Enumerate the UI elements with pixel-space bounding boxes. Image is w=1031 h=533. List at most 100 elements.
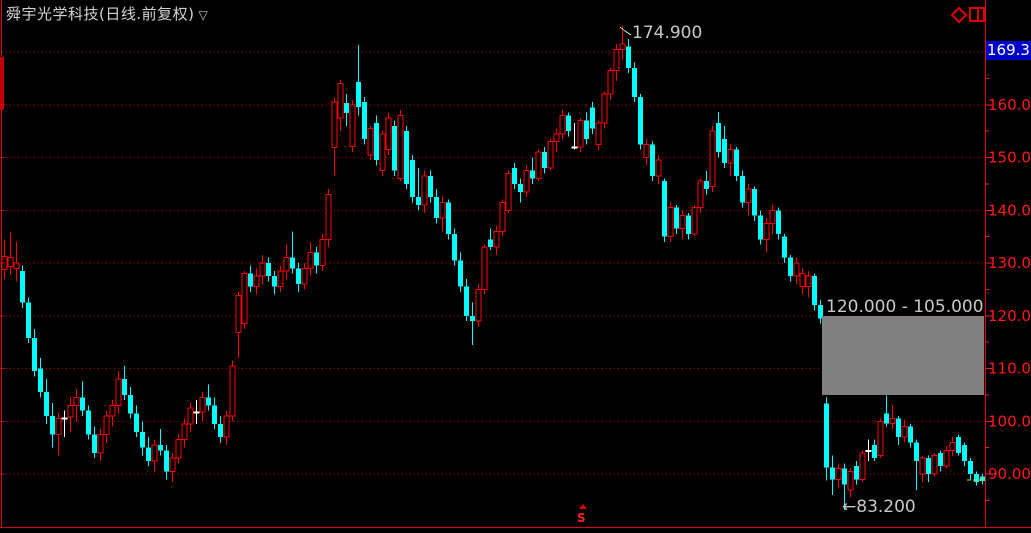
candle-down — [80, 398, 85, 411]
candle-down — [38, 369, 43, 393]
left-scroll-indicator[interactable] — [0, 57, 4, 110]
low-price-label: 83.200 — [856, 497, 915, 517]
candle-down — [464, 287, 469, 316]
candle-down — [44, 392, 49, 416]
candle-up — [746, 189, 751, 202]
candle-up — [188, 408, 193, 424]
candle-down — [638, 97, 643, 144]
candle-up — [236, 296, 241, 333]
candle-up — [524, 171, 529, 192]
range-box-annotation: 120.000 - 105.000 — [826, 297, 984, 317]
candle-down — [20, 271, 25, 303]
candle-down — [344, 103, 349, 113]
candle-down — [650, 144, 655, 176]
price-label: 130.00 — [988, 254, 1031, 272]
candle-down — [404, 131, 409, 184]
candle-down — [362, 102, 367, 139]
candle-up — [194, 412, 199, 413]
candle-up — [728, 150, 733, 163]
trading-app-window: 160.00150.00140.00130.00120.00110.00100.… — [0, 0, 1031, 533]
candle-up — [890, 419, 895, 424]
candle-up — [152, 445, 157, 461]
candle-up — [182, 424, 187, 440]
candle-up — [104, 416, 109, 434]
candle-up — [254, 276, 259, 287]
candle-down — [428, 176, 433, 197]
candle-up — [548, 142, 553, 168]
candle-up — [380, 134, 385, 171]
signal-marker[interactable]: S — [577, 511, 586, 525]
candle-down — [830, 468, 835, 480]
candle-up — [440, 202, 445, 218]
candle-up — [56, 419, 61, 435]
candle-down — [938, 453, 943, 466]
split-window-icon[interactable] — [969, 7, 985, 22]
candle-down — [272, 276, 277, 287]
candle-down — [884, 413, 889, 423]
low-price-annotation: ←83.200 — [842, 497, 916, 517]
candle-down — [722, 139, 727, 163]
candle-down — [686, 216, 691, 234]
candle-up — [644, 144, 649, 157]
candle-down — [122, 379, 127, 395]
candle-up — [170, 458, 175, 471]
axis-cursor-price-badge: 169.39 — [986, 41, 1031, 60]
candle-down — [392, 126, 397, 171]
candle-up — [62, 418, 67, 419]
candle-down — [914, 442, 919, 460]
candle-up — [860, 453, 865, 479]
candle-down — [296, 268, 301, 284]
candle-down — [410, 160, 415, 197]
candle-up — [338, 84, 343, 118]
chart-title[interactable]: 舜宇光学科技(日线.前复权) ▽ — [6, 3, 208, 24]
candle-up — [368, 128, 373, 154]
candle-down — [32, 338, 37, 371]
candle-down — [134, 413, 139, 431]
range-selection-box[interactable] — [822, 316, 984, 395]
candle-down — [50, 416, 55, 434]
price-label: 90.00 — [988, 465, 1031, 483]
candlestick-chart[interactable]: 160.00150.00140.00130.00120.00110.00100.… — [0, 0, 1031, 533]
candle-down — [812, 276, 817, 305]
candle-down — [158, 445, 163, 450]
candle-up — [68, 405, 73, 417]
candle-up — [230, 366, 235, 416]
candle-down — [716, 123, 721, 152]
candle-up — [494, 231, 499, 247]
candle-up — [932, 456, 937, 474]
candle-up — [98, 434, 103, 452]
candle-up — [920, 458, 925, 474]
candle-down — [290, 258, 295, 269]
candle-down — [218, 424, 223, 437]
candle-down — [788, 258, 793, 276]
price-label: 110.00 — [988, 360, 1031, 378]
candle-up — [116, 379, 121, 405]
candle-down — [872, 445, 877, 458]
candle-up — [800, 274, 805, 287]
candle-up — [692, 208, 697, 234]
candle-up — [572, 147, 577, 148]
candle-down — [140, 432, 145, 448]
peak-price-annotation: 174.900 — [632, 23, 702, 43]
candle-down — [956, 437, 961, 453]
candle-up — [176, 440, 181, 458]
candle-up — [596, 123, 601, 144]
candle-down — [842, 469, 847, 485]
candle-up — [110, 405, 115, 416]
candle-down — [530, 171, 535, 179]
candle-up — [506, 173, 511, 210]
candle-down — [518, 184, 523, 192]
candle-up — [14, 263, 19, 268]
candle-down — [626, 47, 631, 68]
price-label: 120.00 — [988, 307, 1031, 325]
candle-up — [308, 252, 313, 268]
page-title: 舜宇光学科技(日线.前复权) — [6, 5, 194, 23]
chevron-down-icon[interactable]: ▽ — [198, 8, 208, 22]
candle-up — [422, 176, 427, 205]
candle-down — [206, 398, 211, 406]
candle-up — [668, 208, 673, 237]
candle-up — [560, 115, 565, 133]
candle-down — [470, 316, 475, 321]
candle-down — [416, 197, 421, 205]
candle-down — [512, 168, 517, 184]
